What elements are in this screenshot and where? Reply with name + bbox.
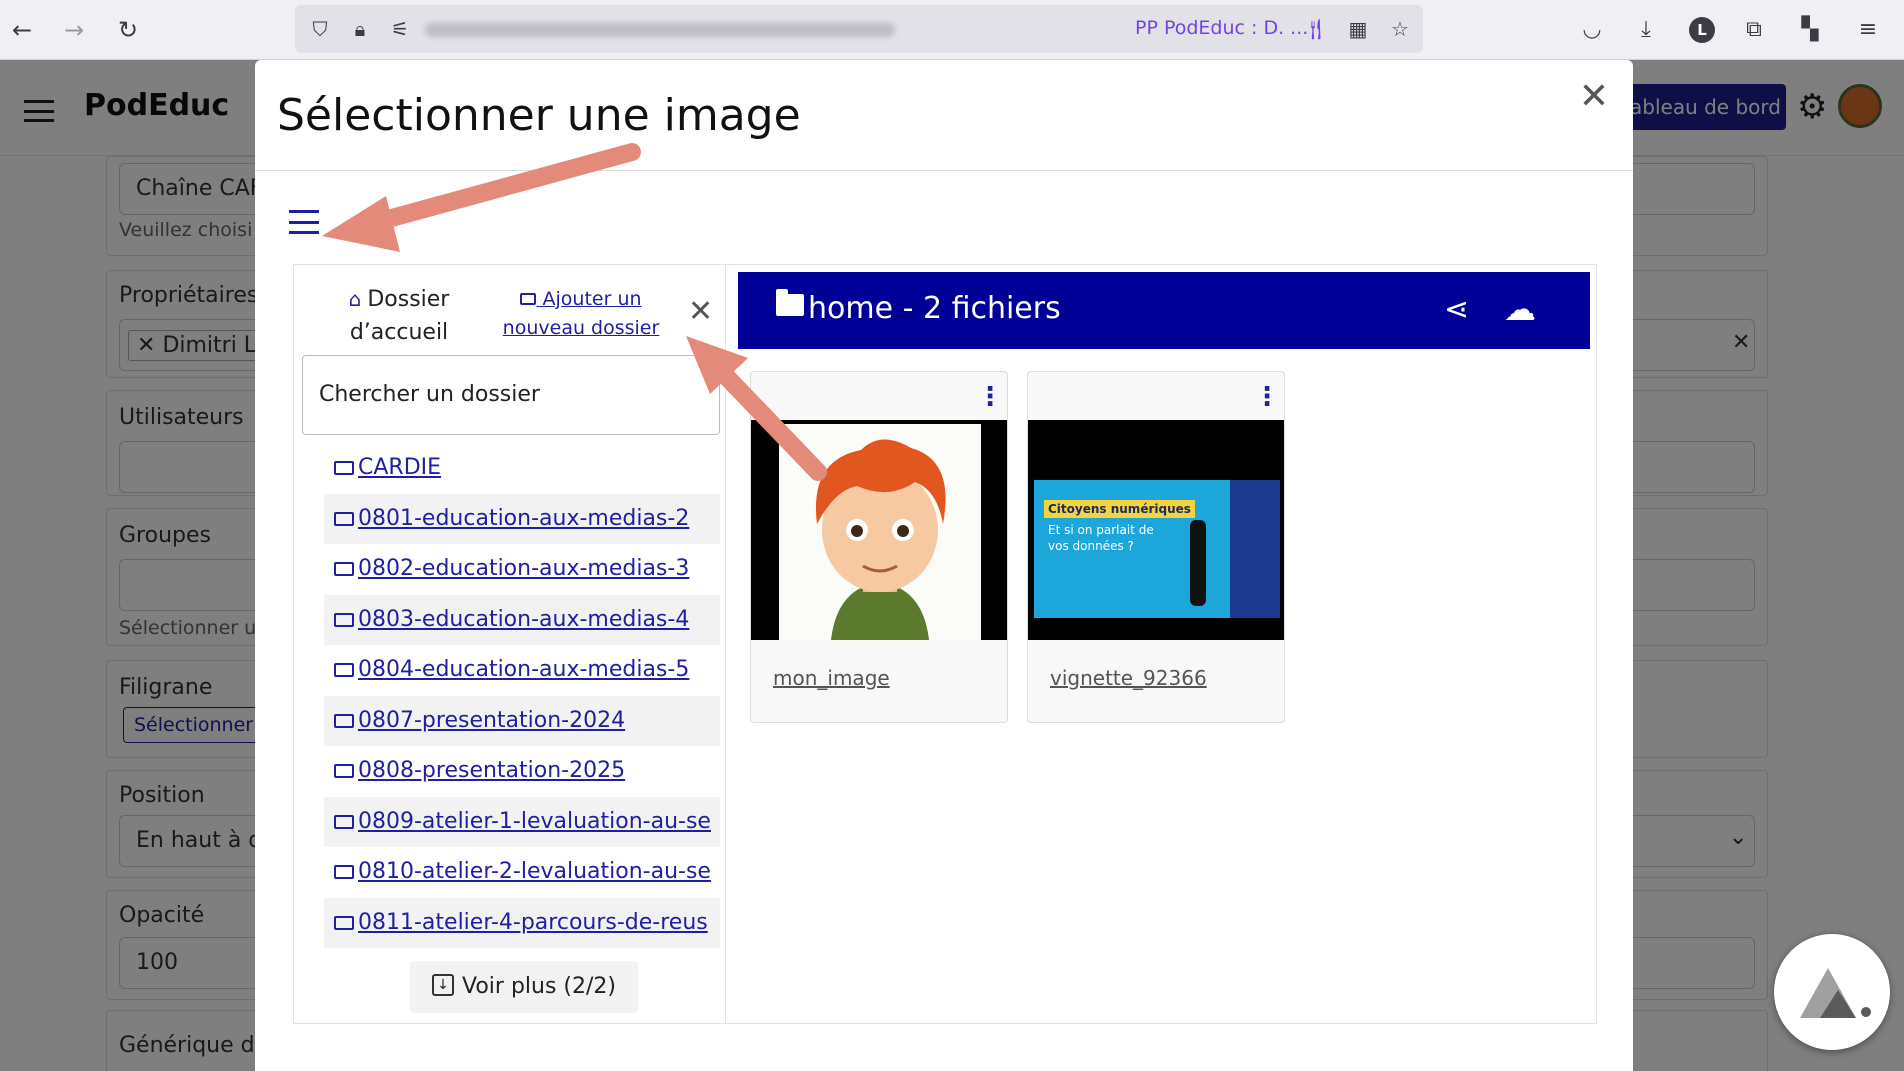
annotation-arrows bbox=[322, 143, 827, 481]
assistant-fab[interactable] bbox=[1774, 934, 1890, 1050]
annotation-arrow-to-add-folder bbox=[686, 336, 827, 481]
annotation-arrow-to-menu bbox=[322, 143, 641, 252]
assistant-logo-icon bbox=[1800, 968, 1871, 1018]
